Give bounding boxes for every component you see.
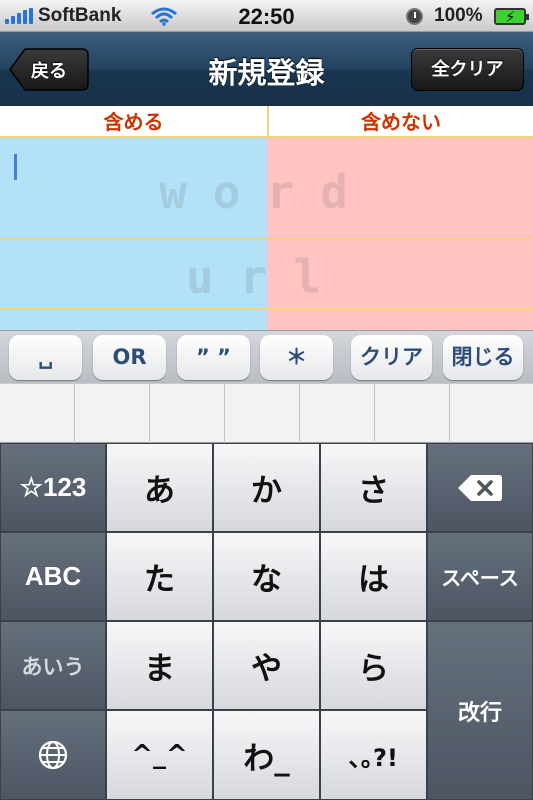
kana-key-ma[interactable]: ま [106,621,213,710]
candidate-cell[interactable] [225,384,300,443]
number-mode-key[interactable]: ☆123 [0,443,106,532]
kana-key-ha[interactable]: は [320,532,427,621]
battery-charging-icon: ⚡ [494,8,529,26]
space-key[interactable]: スペース [427,532,533,621]
alarm-clock-icon [406,8,423,25]
kana-key-a[interactable]: あ [106,443,213,532]
watermark-url: url [185,250,348,304]
kana-key-na[interactable]: な [213,532,320,621]
clear-key[interactable]: クリア [351,335,432,380]
kana-keyboard: ☆123 ABC あいう あ か さ た な は ま や ら ^_^ わ_ ､｡… [0,443,533,800]
hiragana-mode-key[interactable]: あいう [0,621,106,710]
clear-all-button[interactable]: 全クリア [411,48,524,91]
or-key[interactable]: OR [93,335,166,380]
candidate-bar [0,383,533,443]
candidate-cell[interactable] [375,384,450,443]
kana-key-ta[interactable]: た [106,532,213,621]
globe-key[interactable] [0,710,106,800]
punctuation-key[interactable]: ､｡?! [320,710,427,800]
candidate-cell[interactable] [0,384,75,443]
kana-key-sa[interactable]: さ [320,443,427,532]
candidate-cell[interactable] [150,384,225,443]
candidate-cell[interactable] [450,384,533,443]
status-bar: SoftBank 22:50 100% ⚡ [0,0,533,32]
return-key[interactable]: 改行 [427,621,533,800]
space-symbol-key[interactable]: ␣ [9,335,82,380]
keyboard-accessory-bar: ␣ OR ” ” ＊ クリア 閉じる [0,330,533,383]
navigation-bar: 戻る 新規登録 全クリア [0,32,533,106]
asterisk-key[interactable]: ＊ [260,335,333,380]
abc-mode-key[interactable]: ABC [0,532,106,621]
text-cursor [14,154,17,180]
candidate-cell[interactable] [75,384,150,443]
kana-key-ya[interactable]: や [213,621,320,710]
candidate-cell[interactable] [300,384,375,443]
emoticon-key[interactable]: ^_^ [106,710,213,800]
globe-icon [38,740,68,770]
close-keyboard-key[interactable]: 閉じる [443,335,523,380]
exclude-column-header: 含めない [267,106,533,138]
watermark-word: word [159,165,374,219]
kana-key-wa[interactable]: わ_ [213,710,320,800]
quotes-key[interactable]: ” ” [177,335,250,380]
kana-key-ra[interactable]: ら [320,621,427,710]
kana-key-ka[interactable]: か [213,443,320,532]
battery-percent: 100% [434,5,483,26]
delete-key[interactable] [427,443,533,532]
backspace-icon [458,474,502,501]
include-column-header: 含める [0,106,267,138]
